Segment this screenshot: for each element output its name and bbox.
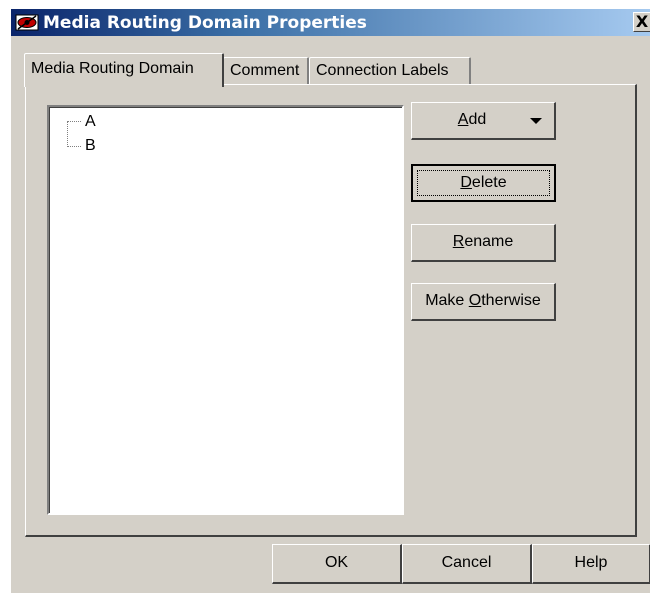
dropdown-arrow-icon — [530, 118, 542, 124]
domain-tree[interactable]: A B — [47, 105, 404, 515]
cancel-button-label: Cancel — [441, 554, 492, 571]
make-otherwise-button[interactable]: Make Otherwise — [411, 283, 556, 321]
make-otherwise-button-label: Make Otherwise — [425, 292, 541, 309]
tree-item-label: B — [85, 137, 96, 154]
app-icon — [15, 14, 39, 31]
tree-item-a[interactable]: A — [85, 112, 96, 132]
add-button-label: Add — [457, 111, 487, 128]
tab-media-routing-domain[interactable]: Media Routing Domain — [24, 53, 224, 87]
tab-label: Media Routing Domain — [31, 60, 194, 77]
close-button[interactable]: X — [633, 12, 650, 32]
tab-label: Connection Labels — [316, 62, 449, 79]
rename-button[interactable]: Rename — [411, 224, 556, 262]
tree-connector — [67, 121, 68, 147]
properties-dialog: Media Routing Domain Properties X Media … — [10, 8, 650, 593]
ok-button[interactable]: OK — [272, 544, 402, 584]
tree-item-label: A — [85, 113, 96, 130]
tab-connection-labels[interactable]: Connection Labels — [309, 57, 471, 85]
tab-label: Comment — [230, 62, 300, 79]
add-button[interactable]: Add — [411, 102, 556, 140]
rename-button-label: Rename — [452, 233, 514, 250]
cancel-button[interactable]: Cancel — [402, 544, 532, 584]
tree-connector — [67, 146, 81, 147]
tab-comment[interactable]: Comment — [223, 57, 309, 85]
ok-button-label: OK — [324, 554, 349, 571]
window-title: Media Routing Domain Properties — [43, 13, 367, 33]
focus-ring — [417, 170, 550, 196]
title-bar[interactable]: Media Routing Domain Properties X — [11, 9, 650, 36]
close-icon: X — [635, 12, 649, 31]
delete-button[interactable]: Delete — [411, 164, 556, 202]
help-button-label: Help — [574, 554, 608, 571]
tree-connector — [67, 121, 81, 122]
help-button[interactable]: Help — [532, 544, 650, 584]
tree-item-b[interactable]: B — [85, 136, 96, 156]
